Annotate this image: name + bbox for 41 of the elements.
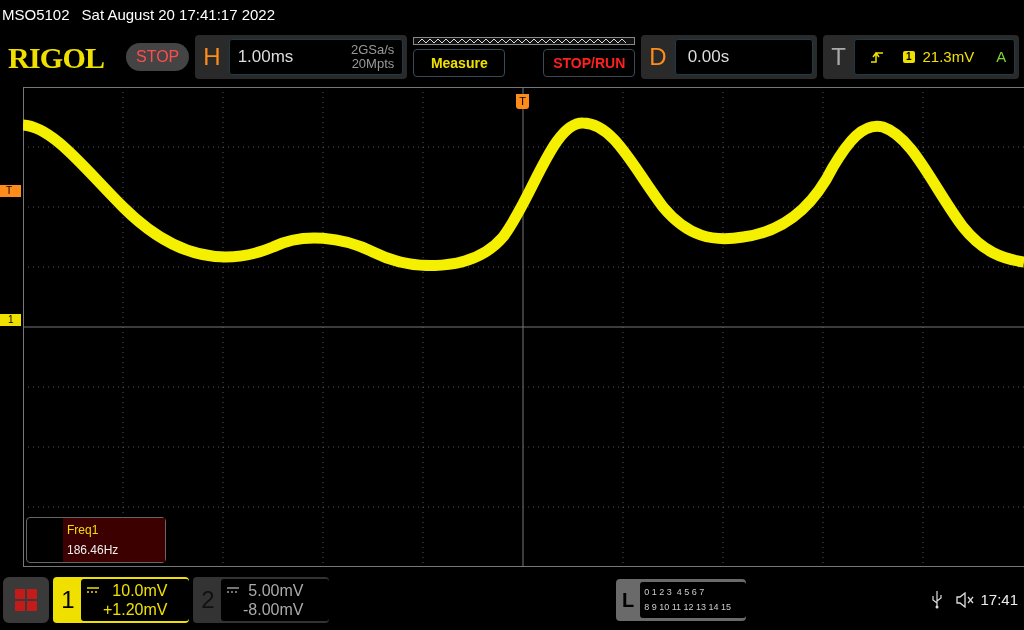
measurement-name: Freq1 [67,522,100,539]
measurement-value: 186.46Hz [67,542,120,559]
delay-value: 0.00s [687,46,730,69]
horizontal-label: H [203,42,221,72]
channel-1-marker: 1 [0,314,21,326]
delay-label: D [649,42,667,72]
trigger-position-marker: T [516,94,529,109]
logic-label: L [622,588,635,613]
trigger-level: 21.3mV [922,46,975,67]
sample-rate: 2GSa/s [350,43,395,57]
logic-channel-numbers: 8 9 10 11 12 13 14 15 [644,601,733,614]
dc-coupling-icon [87,587,99,593]
dc-coupling-icon [227,587,239,593]
vertical-offset: -8.00mV [243,600,304,619]
delay-panel[interactable]: D 0.00s [641,35,818,79]
logic-panel[interactable]: L 0 1 2 3 4 5 6 7 8 9 10 11 12 13 14 15 [616,579,746,621]
trigger-panel[interactable]: T 1 21.3mV A [823,35,1020,79]
trigger-level-marker: T [0,185,21,197]
horizontal-panel[interactable]: H 1.00ms 2GSa/s 20Mpts [195,35,408,79]
grid-icon [15,589,37,611]
date-time: Sat August 20 17:41:17 2022 [81,4,276,25]
trigger-label: T [831,42,846,72]
channel-panel[interactable]: 1 10.0mV +1.20mV [53,577,189,623]
timebase-value: 1.00ms [237,46,294,69]
model-name: MSO5102 [2,4,70,25]
clock: 17:41 [980,589,1019,610]
soft-key-button[interactable]: STOP/RUN [543,49,636,77]
memory-depth: 20Mpts [351,57,395,71]
logic-channel-numbers: 0 1 2 3 4 5 6 7 [644,586,706,599]
rising-edge-icon [870,51,883,63]
vertical-scale: 5.00mV [248,581,304,600]
soft-key-button[interactable]: Measure [413,49,506,77]
brand-logo: RIGOL [8,39,106,76]
menu-button[interactable] [3,577,49,623]
vertical-offset: +1.20mV [103,600,168,619]
trigger-source-badge: 1 [902,51,915,63]
usb-icon [932,591,943,609]
run-state-badge: STOP [126,43,190,71]
vertical-scale: 10.0mV [112,581,168,600]
trigger-mode: A [996,46,1007,67]
channel-number: 1 [60,585,76,615]
